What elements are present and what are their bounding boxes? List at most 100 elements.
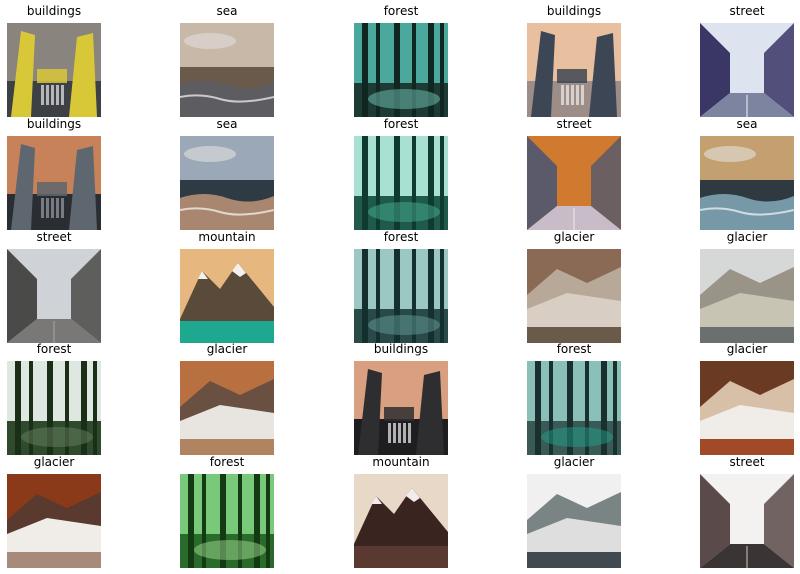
- forest-scene-image: [354, 249, 448, 343]
- cloud: [184, 146, 236, 162]
- thumbnail-label: sea: [736, 117, 758, 131]
- thumbnail-image: [7, 474, 101, 568]
- thumbnail-label: buildings: [26, 117, 82, 131]
- window: [41, 198, 44, 218]
- window: [41, 85, 44, 105]
- thumbnail-image: [7, 136, 101, 230]
- glacier-scene-image: [700, 361, 794, 455]
- window: [403, 423, 406, 443]
- buildings-scene-image: [7, 23, 101, 117]
- window: [46, 85, 49, 105]
- tree-trunk: [535, 361, 541, 455]
- window: [576, 85, 579, 105]
- image-grid: buildings sea forest buildings street buildin…: [0, 0, 800, 574]
- thumbnail-label: mountain: [198, 230, 256, 244]
- thumbnail-label: mountain: [372, 455, 430, 469]
- thumbnail-label: forest: [209, 455, 245, 469]
- street-scene-image: [527, 136, 621, 230]
- thumbnail-image: [180, 249, 274, 343]
- thumbnail-label: glacier: [206, 342, 248, 356]
- glacier-scene-image: [527, 474, 621, 568]
- buildings-scene-image: [7, 136, 101, 230]
- thumbnail-image: [354, 136, 448, 230]
- window: [566, 85, 569, 105]
- forest-scene-image: [7, 361, 101, 455]
- street-scene-image: [700, 23, 794, 117]
- thumbnail-label: forest: [383, 230, 419, 244]
- sea-scene-image: [180, 136, 274, 230]
- thumbnail-image: [180, 474, 274, 568]
- thumbnail-label: sea: [216, 4, 238, 18]
- thumbnail-image: [527, 361, 621, 455]
- foreground: [7, 552, 101, 568]
- forest-scene-image: [180, 474, 274, 568]
- thumbnail-label: glacier: [726, 230, 768, 244]
- thumbnail-image: [527, 474, 621, 568]
- thumbnail-label: sea: [216, 117, 238, 131]
- thumbnail-label: buildings: [546, 4, 602, 18]
- thumbnail-image: [700, 474, 794, 568]
- thumbnail-label: forest: [36, 342, 72, 356]
- street-scene-image: [7, 249, 101, 343]
- thumbnail-label: glacier: [553, 230, 595, 244]
- window: [398, 423, 401, 443]
- thumbnail-image: [527, 249, 621, 343]
- window: [46, 198, 49, 218]
- foreground: [527, 552, 621, 568]
- tree-trunk: [15, 361, 21, 455]
- tree-trunk: [266, 474, 270, 568]
- forest-scene-image: [354, 136, 448, 230]
- undergrowth: [541, 427, 613, 447]
- thumbnail-image: [354, 361, 448, 455]
- window: [388, 423, 391, 443]
- thumbnail-image: [700, 361, 794, 455]
- sea-scene-image: [180, 23, 274, 117]
- thumbnail-image: [354, 474, 448, 568]
- thumbnail-label: forest: [383, 117, 419, 131]
- undergrowth: [368, 315, 440, 335]
- thumbnail-label: street: [36, 230, 72, 244]
- glacier-scene-image: [700, 249, 794, 343]
- thumbnail-label: forest: [383, 4, 419, 18]
- thumbnail-image: [7, 361, 101, 455]
- mountain-scene-image: [354, 474, 448, 568]
- buildings-scene-image: [354, 361, 448, 455]
- window: [408, 423, 411, 443]
- thumbnail-image: [700, 249, 794, 343]
- thumbnail-label: street: [556, 117, 592, 131]
- thumbnail-image: [700, 23, 794, 117]
- undergrowth: [21, 427, 93, 447]
- tree-trunk: [440, 249, 444, 343]
- building-block: [37, 69, 67, 83]
- cloud: [184, 33, 236, 49]
- tree-trunk: [362, 136, 368, 230]
- thumbnail-label: street: [729, 455, 765, 469]
- window: [561, 85, 564, 105]
- window: [56, 85, 59, 105]
- mountain-scene-image: [180, 249, 274, 343]
- building-block: [384, 407, 414, 421]
- thumbnail-image: [7, 249, 101, 343]
- sea-scene-image: [700, 136, 794, 230]
- window: [61, 85, 64, 105]
- undergrowth: [368, 202, 440, 222]
- glacier-scene-image: [7, 474, 101, 568]
- thumbnail-label: street: [729, 4, 765, 18]
- thumbnail-label: buildings: [26, 4, 82, 18]
- tree-trunk: [93, 361, 97, 455]
- buildings-scene-image: [527, 23, 621, 117]
- window: [393, 423, 396, 443]
- forest-scene-image: [527, 361, 621, 455]
- thumbnail-image: [180, 23, 274, 117]
- cloud: [704, 146, 756, 162]
- thumbnail-label: glacier: [726, 342, 768, 356]
- window: [51, 85, 54, 105]
- undergrowth: [368, 89, 440, 109]
- window: [56, 198, 59, 218]
- building-block: [37, 182, 67, 196]
- glacier-scene-image: [527, 249, 621, 343]
- tree-trunk: [188, 474, 194, 568]
- thumbnail-label: forest: [556, 342, 592, 356]
- window: [51, 198, 54, 218]
- thumbnail-image: [7, 23, 101, 117]
